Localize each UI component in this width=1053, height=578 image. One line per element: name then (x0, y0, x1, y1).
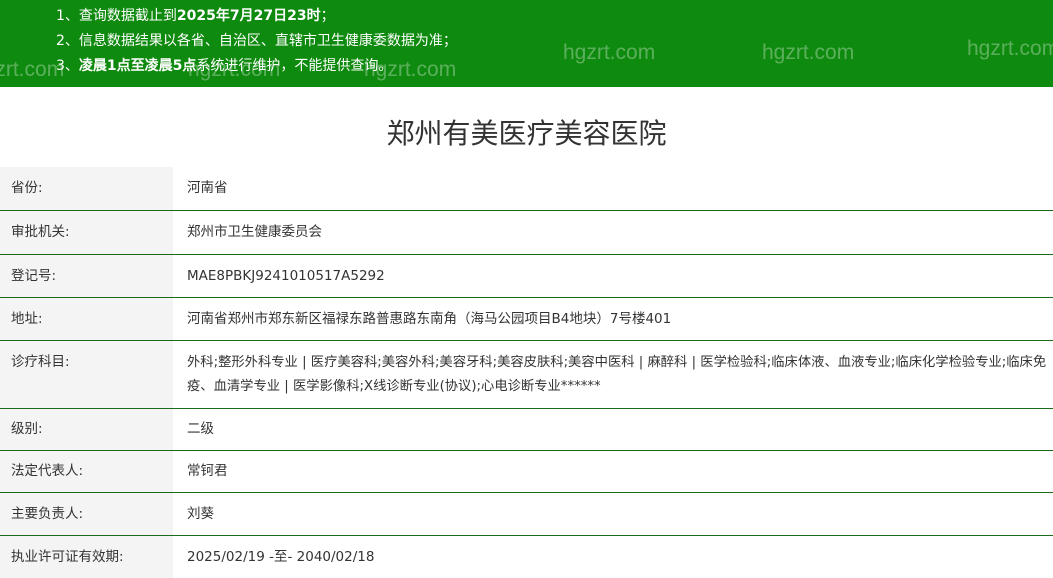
info-row-province: 省份: 河南省 (0, 167, 1053, 211)
watermark: hgzrt.com (0, 58, 65, 81)
info-row-legal-representative: 法定代表人: 常钶君 (0, 450, 1053, 493)
field-label: 诊疗科目: (0, 340, 173, 409)
field-label: 法定代表人: (0, 450, 173, 493)
info-row-level: 级别: 二级 (0, 408, 1053, 451)
watermark: hgzrt.com (967, 37, 1053, 60)
info-row-registration-number: 登记号: MAE8PBKJ9241010517A5292 (0, 254, 1053, 298)
notice-banner: 1、查询数据截止到2025年7月27日23时； 2、信息数据结果以各省、自治区、… (0, 0, 1053, 87)
notice-item-1: 1、查询数据截止到2025年7月27日23时； (56, 4, 1053, 29)
field-value: 河南省郑州市郑东新区福禄东路普惠路东南角（海马公园项目B4地块）7号楼401 (173, 297, 1053, 341)
notice-item-2: 2、信息数据结果以各省、自治区、直辖市卫生健康委数据为准； (56, 29, 1053, 54)
field-value: MAE8PBKJ9241010517A5292 (173, 254, 1053, 298)
notice-item-number: 1、 (56, 8, 79, 24)
notice-item-highlight: 2025年7月27日23时 (176, 8, 321, 24)
watermark: hgzrt.com (364, 58, 457, 81)
notice-item-highlight: 凌晨1点至凌晨5点 (78, 58, 197, 74)
field-label: 审批机关: (0, 210, 173, 255)
watermark: hgzrt.com (762, 41, 855, 64)
info-row-address: 地址: 河南省郑州市郑东新区福禄东路普惠路东南角（海马公园项目B4地块）7号楼4… (0, 297, 1053, 341)
field-value: 刘葵 (173, 492, 1053, 536)
field-label: 执业许可证有效期: (0, 535, 173, 578)
info-row-departments: 诊疗科目: 外科;整形外科专业 | 医疗美容科;美容外科;美容牙科;美容皮肤科;… (0, 340, 1053, 409)
notice-item-text: 查询数据截止到 (78, 8, 177, 24)
field-label: 主要负责人: (0, 492, 173, 536)
field-label: 登记号: (0, 254, 173, 298)
hospital-name: 郑州有美医疗美容医院 (386, 117, 667, 150)
watermark: hgzrt.com (188, 58, 281, 81)
field-value: 常钶君 (173, 450, 1053, 493)
field-value: 河南省 (173, 167, 1053, 211)
field-value: 郑州市卫生健康委员会 (173, 210, 1053, 255)
field-label: 省份: (0, 167, 173, 211)
notice-item-text: 信息数据结果以各省、自治区、直辖市卫生健康委数据为准； (78, 33, 457, 49)
watermark: hgzrt.com (563, 41, 656, 64)
field-value: 二级 (173, 408, 1053, 451)
notice-item-suffix: ； (320, 8, 335, 24)
info-row-license-validity: 执业许可证有效期: 2025/02/19 -至- 2040/02/18 (0, 535, 1053, 578)
hospital-info-table: 省份: 河南省 审批机关: 郑州市卫生健康委员会 登记号: MAE8PBKJ92… (0, 167, 1053, 578)
field-label: 级别: (0, 408, 173, 451)
info-row-approval-authority: 审批机关: 郑州市卫生健康委员会 (0, 210, 1053, 255)
notice-item-number: 2、 (56, 33, 79, 49)
field-value: 外科;整形外科专业 | 医疗美容科;美容外科;美容牙科;美容皮肤科;美容中医科 … (173, 340, 1053, 409)
info-row-principal: 主要负责人: 刘葵 (0, 492, 1053, 536)
notice-list: 1、查询数据截止到2025年7月27日23时； 2、信息数据结果以各省、自治区、… (0, 0, 1053, 79)
field-value: 2025/02/19 -至- 2040/02/18 (187, 548, 375, 565)
field-label: 地址: (0, 297, 173, 341)
